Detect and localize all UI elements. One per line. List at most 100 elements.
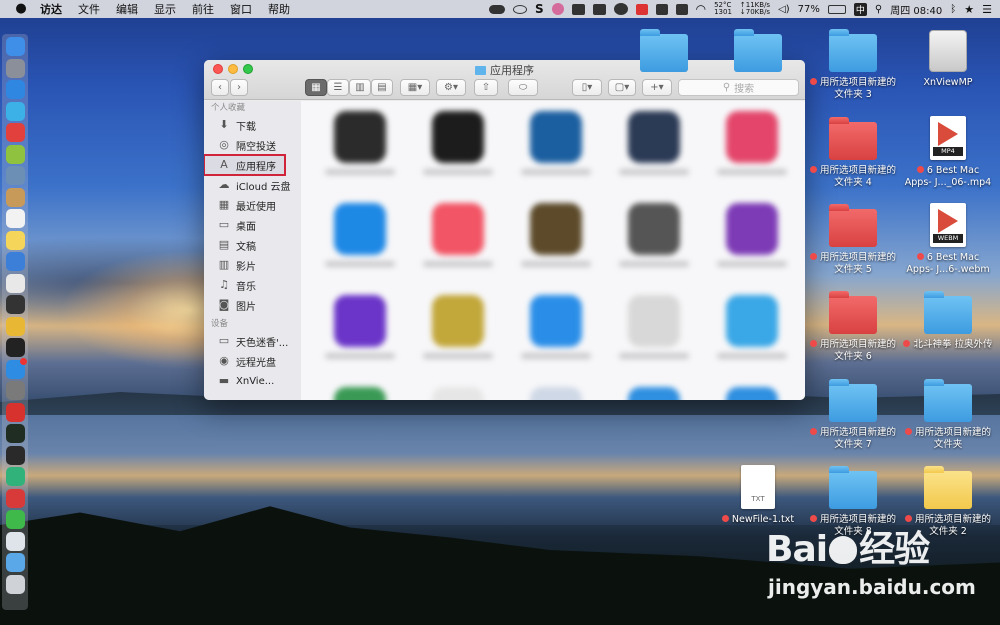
vivaldi-dock-icon[interactable] (5, 402, 25, 422)
action-button[interactable]: ⚙▾ (436, 79, 466, 96)
volume-icon[interactable]: ◁) (778, 4, 790, 15)
notification-center-icon[interactable]: ☰ (982, 3, 992, 16)
temperature-readout[interactable]: 52°C 1301 (714, 2, 732, 16)
camera-dock-icon[interactable] (5, 295, 25, 314)
sidebar-item-favorites-4[interactable]: ▦ 最近使用 (204, 195, 301, 215)
battery-icon[interactable] (827, 4, 846, 14)
clipboard-button[interactable]: ▢▾ (608, 79, 636, 96)
appstore-dock-icon[interactable] (5, 357, 27, 379)
sidebar-item-favorites-0[interactable]: ⬇ 下载 (204, 115, 301, 135)
app-item[interactable] (409, 107, 507, 191)
pink-status-icon[interactable] (551, 3, 564, 15)
trash-dock-icon[interactable] (5, 574, 25, 594)
menu-app-name[interactable]: 访达 (40, 1, 62, 17)
desktop-folder-7[interactable]: 用所选项目新建的文件夹 7 (808, 374, 898, 451)
sidebar-item-favorites-6[interactable]: ▤ 文稿 (204, 235, 301, 255)
sidebar-item-devices-0[interactable]: ▭ 天色迷香'... (204, 331, 301, 351)
glasses-status-icon[interactable] (512, 4, 527, 14)
sidebar-item-devices-2[interactable]: ▬ XnVie... (204, 371, 301, 391)
input-method-badge[interactable]: 中 (853, 2, 867, 16)
desktop-folder-plain[interactable]: 用所选项目新建的文件夹 (903, 374, 993, 451)
back-button[interactable]: ‹ (211, 79, 229, 96)
list-view-button[interactable]: ☰ (327, 79, 349, 96)
safari-dock-icon[interactable] (5, 80, 25, 99)
screenshot-status-icon[interactable] (655, 3, 668, 15)
app-item[interactable] (703, 383, 801, 400)
share-button[interactable]: ⇧ (474, 79, 498, 96)
sidebar-item-favorites-5[interactable]: ▭ 桌面 (204, 215, 301, 235)
menu-help[interactable]: 帮助 (268, 1, 290, 17)
android-dock-icon[interactable] (5, 144, 25, 164)
terminal-dock-icon[interactable] (5, 338, 25, 357)
app-item[interactable] (605, 291, 703, 375)
desktop-webm-file[interactable]: WEBM 6 Best Mac Apps- J...6-.webm (903, 199, 993, 276)
battery-percent[interactable]: 77% (798, 4, 820, 15)
sidebar-item-favorites-9[interactable]: ◙ 图片 (204, 295, 301, 315)
forward-button[interactable]: › (230, 79, 248, 96)
toggle-status-icon[interactable] (488, 4, 505, 14)
screen-record-status-icon[interactable] (635, 3, 648, 15)
desktop-mp4-file[interactable]: MP4 6 Best Mac Apps- J..._06-.mp4 (903, 112, 993, 189)
maps-dock-icon[interactable] (5, 101, 25, 121)
app-item[interactable] (409, 291, 507, 375)
desktop-drive-xnviewmp[interactable]: XnViewMP (903, 24, 993, 89)
app-item[interactable] (311, 291, 409, 375)
spotlight-search-icon[interactable]: ⚲ (875, 4, 882, 15)
app-item[interactable] (507, 107, 605, 191)
s-status-icon[interactable]: S (535, 2, 544, 16)
finder-dock-icon[interactable] (5, 37, 25, 56)
star-icon[interactable]: ★ (964, 3, 974, 16)
search-field[interactable]: ⚲ 搜索 (678, 79, 799, 96)
group-button[interactable]: ▦▾ (400, 79, 430, 96)
wifi-icon[interactable]: ◠ (696, 2, 706, 16)
preview-dock-icon[interactable] (5, 166, 25, 185)
notes-dock-icon[interactable] (5, 230, 25, 250)
menu-edit[interactable]: 编辑 (116, 1, 138, 17)
app-item[interactable] (409, 199, 507, 283)
launchpad-dock-icon[interactable] (5, 58, 25, 78)
contacts-dock-icon[interactable] (5, 252, 25, 271)
wechat-status-icon[interactable] (613, 3, 628, 15)
app-item[interactable] (605, 107, 703, 191)
console-dock-icon[interactable] (5, 445, 25, 465)
app-item[interactable] (703, 107, 801, 191)
sidebar-item-favorites-3[interactable]: ☁ iCloud 云盘 (204, 175, 301, 195)
network-speed-readout[interactable]: ↑11KB/s ↓70KB/s (740, 2, 770, 16)
calendar-dock-icon[interactable] (5, 209, 25, 228)
menu-go[interactable]: 前往 (192, 1, 214, 17)
app-item[interactable] (311, 383, 409, 400)
menu-file[interactable]: 文件 (78, 1, 100, 17)
sidebar-item-favorites-8[interactable]: ♫ 音乐 (204, 275, 301, 295)
sidebar-item-favorites-2[interactable]: A 应用程序 (204, 154, 286, 176)
menu-window[interactable]: 窗口 (230, 1, 252, 17)
presentation-status-icon[interactable] (571, 3, 585, 15)
add-button[interactable]: +▾ (642, 79, 672, 96)
app-item[interactable] (605, 199, 703, 283)
wechat-dock-icon[interactable] (5, 510, 25, 529)
icon-view-button[interactable]: ▦ (305, 79, 327, 96)
app-item[interactable] (409, 383, 507, 400)
desktop-folder-top-1[interactable] (619, 24, 709, 72)
desktop-folder-3[interactable]: 用所选项目新建的文件夹 3 (808, 24, 898, 101)
app-red-dock-icon[interactable] (5, 123, 25, 142)
desktop-folder-beidou[interactable]: 北斗神拳 拉奥外传 (903, 286, 993, 351)
app-item[interactable] (507, 199, 605, 283)
desktop-txt-file[interactable]: TXT NewFile-1.txt (713, 461, 803, 526)
menu-view[interactable]: 显示 (154, 1, 176, 17)
desktop-folder-top-2[interactable] (713, 24, 803, 72)
iphone-dock-icon[interactable] (5, 531, 25, 551)
apple-menu-icon[interactable]: ● (14, 2, 28, 16)
clipboard-status-icon[interactable] (675, 3, 688, 15)
bluetooth-icon[interactable]: ᛒ (950, 4, 956, 15)
app-item[interactable] (507, 291, 605, 375)
netease-dock-icon[interactable] (5, 488, 25, 508)
desktop-folder-5[interactable]: 用所选项目新建的文件夹 5 (808, 199, 898, 276)
sync-dock-icon[interactable] (5, 467, 25, 486)
new-file-button[interactable]: ▯▾ (572, 79, 602, 96)
app-item[interactable] (507, 383, 605, 400)
utility-dock-icon[interactable] (5, 381, 25, 400)
desktop-folder-4[interactable]: 用所选项目新建的文件夹 4 (808, 112, 898, 189)
monitor-dock-icon[interactable] (5, 424, 25, 443)
app-item[interactable] (605, 383, 703, 400)
menubar-clock[interactable]: 周四 08:40 (890, 2, 942, 17)
